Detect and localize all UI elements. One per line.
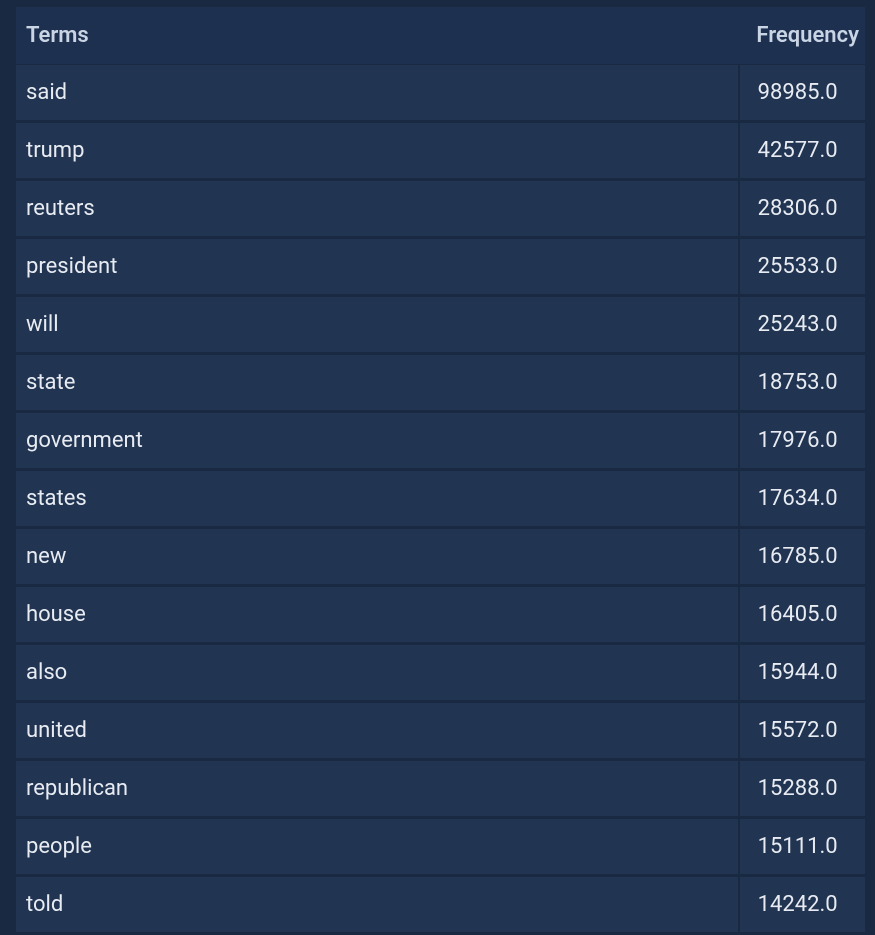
term-cell: people — [16, 819, 738, 876]
table-row: reuters28306.0 — [16, 181, 865, 238]
frequency-cell: 42577.0 — [738, 123, 865, 180]
term-cell: also — [16, 645, 738, 702]
frequency-column-header[interactable]: Frequency — [738, 7, 865, 64]
frequency-cell: 18753.0 — [738, 355, 865, 412]
table-row: state18753.0 — [16, 355, 865, 412]
term-cell: house — [16, 587, 738, 644]
frequency-table-container: Terms Frequency said98985.0trump42577.0r… — [16, 6, 865, 935]
table-row: told14242.0 — [16, 877, 865, 934]
term-cell: united — [16, 703, 738, 760]
frequency-cell: 98985.0 — [738, 65, 865, 122]
frequency-cell: 25533.0 — [738, 239, 865, 296]
table-body: said98985.0trump42577.0reuters28306.0pre… — [16, 65, 865, 934]
table-row: trump42577.0 — [16, 123, 865, 180]
term-cell: said — [16, 65, 738, 122]
frequency-cell: 17634.0 — [738, 471, 865, 528]
term-cell: will — [16, 297, 738, 354]
table-row: states17634.0 — [16, 471, 865, 528]
table-row: house16405.0 — [16, 587, 865, 644]
frequency-cell: 16405.0 — [738, 587, 865, 644]
table-row: new16785.0 — [16, 529, 865, 586]
frequency-cell: 28306.0 — [738, 181, 865, 238]
table-row: also15944.0 — [16, 645, 865, 702]
frequency-cell: 15572.0 — [738, 703, 865, 760]
frequency-cell: 17976.0 — [738, 413, 865, 470]
term-cell: government — [16, 413, 738, 470]
table-row: government17976.0 — [16, 413, 865, 470]
frequency-cell: 15111.0 — [738, 819, 865, 876]
term-cell: reuters — [16, 181, 738, 238]
table-row: president25533.0 — [16, 239, 865, 296]
frequency-cell: 16785.0 — [738, 529, 865, 586]
term-cell: states — [16, 471, 738, 528]
term-cell: told — [16, 877, 738, 934]
table-row: people15111.0 — [16, 819, 865, 876]
frequency-table: Terms Frequency said98985.0trump42577.0r… — [16, 6, 865, 935]
table-row: said98985.0 — [16, 65, 865, 122]
term-cell: republican — [16, 761, 738, 818]
frequency-cell: 15944.0 — [738, 645, 865, 702]
table-row: united15572.0 — [16, 703, 865, 760]
terms-column-header[interactable]: Terms — [16, 7, 738, 64]
table-row: republican15288.0 — [16, 761, 865, 818]
term-cell: state — [16, 355, 738, 412]
term-cell: president — [16, 239, 738, 296]
table-row: will25243.0 — [16, 297, 865, 354]
term-cell: trump — [16, 123, 738, 180]
frequency-cell: 25243.0 — [738, 297, 865, 354]
frequency-cell: 15288.0 — [738, 761, 865, 818]
table-header-row: Terms Frequency — [16, 7, 865, 64]
frequency-cell: 14242.0 — [738, 877, 865, 934]
term-cell: new — [16, 529, 738, 586]
